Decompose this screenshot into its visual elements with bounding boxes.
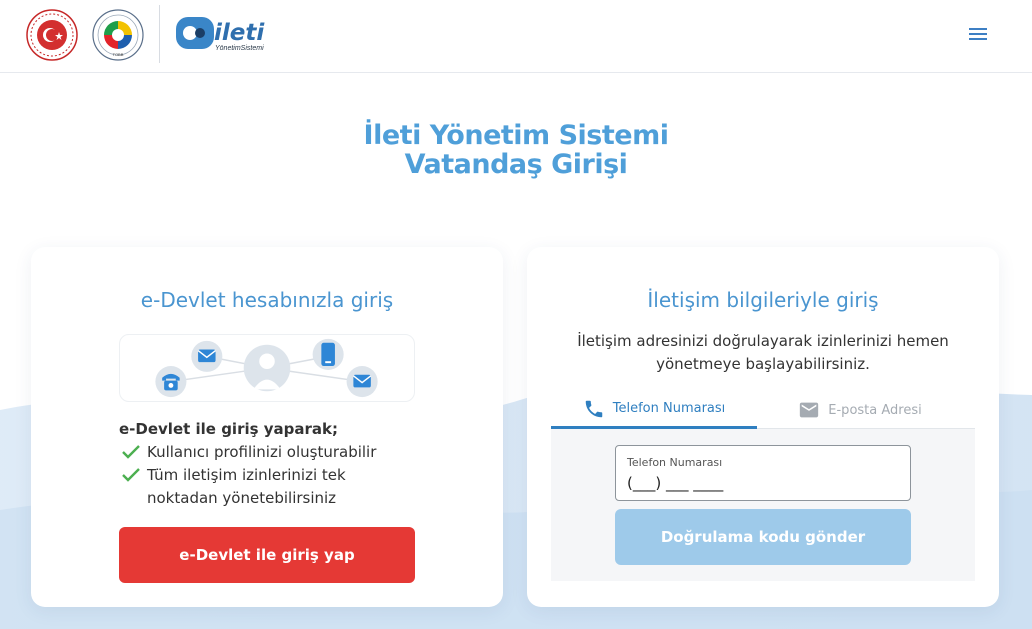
edevlet-intro-text: e-Devlet ile giriş yaparak; — [119, 420, 339, 438]
ileti-logo-subtext: YönetimSistemi — [215, 45, 264, 52]
feature-list: Kullanıcı profilinizi oluşturabilir Tüm … — [119, 441, 419, 510]
feature-item: Tüm iletişim izinlerinizi tek noktadan y… — [119, 464, 419, 510]
feature-item-text: Tüm iletişim izinlerinizi tek noktadan y… — [147, 466, 346, 507]
ileti-logo: ileti YönetimSistemi — [176, 17, 265, 52]
mail-icon — [800, 402, 819, 418]
site-header: TOBB ileti YönetimSistemi — [0, 0, 1032, 73]
login-method-tabs: Telefon Numarası E-posta Adresi — [551, 391, 975, 429]
contact-card-description: İletişim adresinizi doğrulayarak izinler… — [577, 332, 949, 373]
tab-email-label: E-posta Adresi — [828, 402, 922, 418]
tab-phone-label: Telefon Numarası — [612, 401, 726, 416]
send-verification-code-button[interactable]: Doğrulama kodu gönder — [615, 509, 911, 565]
page-title: İleti Yönetim Sistemi Vatandaş Girişi — [0, 121, 1032, 179]
tab-email-address[interactable]: E-posta Adresi — [757, 391, 963, 429]
phone-form: Telefon Numarası Doğrulama kodu gönder — [551, 429, 975, 581]
tab-phone-number[interactable]: Telefon Numarası — [551, 391, 757, 429]
phone-number-field[interactable]: Telefon Numarası — [615, 445, 911, 501]
tobb-mark-text: TOBB — [113, 52, 124, 57]
feature-item: Kullanıcı profilinizi oluşturabilir — [119, 441, 419, 464]
edevlet-card-title: e-Devlet hesabınızla giriş — [140, 288, 394, 312]
check-icon — [122, 445, 140, 459]
edevlet-login-card: e-Devlet hesabınızla giriş e-Devlet ile … — [31, 247, 503, 607]
ministry-emblem-logo — [26, 9, 78, 61]
page-title-line-2: Vatandaş Girişi — [404, 149, 628, 180]
feature-item-text: Kullanıcı profilinizi oluşturabilir — [147, 443, 377, 461]
tobb-logo: TOBB — [92, 9, 144, 61]
contact-card-title: İletişim bilgileriyle giriş — [647, 288, 879, 312]
contact-network-illustration — [119, 334, 415, 402]
page-title-line-1: İleti Yönetim Sistemi — [363, 120, 669, 151]
ileti-logo-text: ileti — [214, 20, 265, 46]
phone-field-label: Telefon Numarası — [627, 456, 723, 469]
phone-icon — [585, 400, 602, 417]
contact-login-card: İletişim bilgileriyle giriş İletişim adr… — [527, 247, 999, 607]
check-icon — [122, 468, 140, 482]
logo-divider — [159, 5, 160, 63]
phone-number-input[interactable] — [627, 474, 897, 492]
hamburger-menu-icon[interactable] — [964, 22, 992, 46]
edevlet-login-button[interactable]: e-Devlet ile giriş yap — [119, 527, 415, 583]
